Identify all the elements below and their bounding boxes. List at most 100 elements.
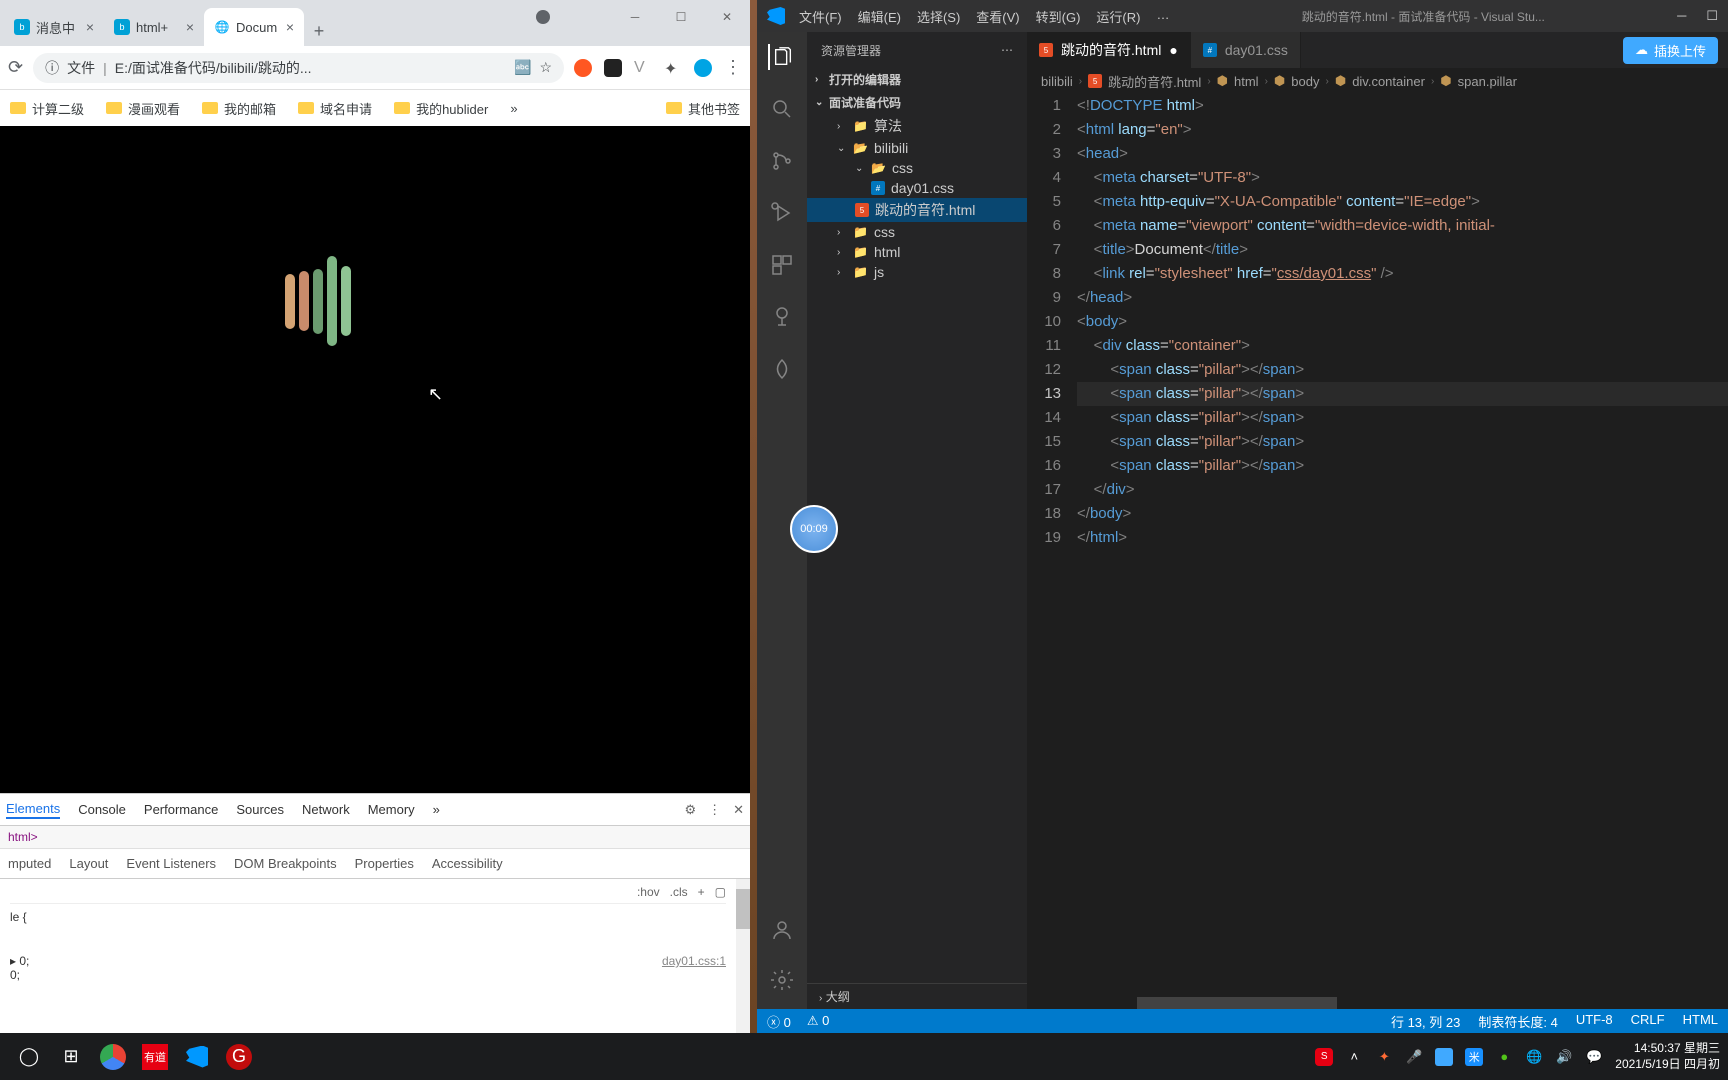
devtools-tab-sources[interactable]: Sources [236, 802, 284, 817]
youdao-icon[interactable]: 有道 [134, 1036, 176, 1078]
code-editor[interactable]: 12345678910111213141516171819 <!DOCTYPE … [1027, 94, 1728, 997]
subtab[interactable]: Properties [355, 856, 414, 871]
translate-icon[interactable]: 🔤 [514, 59, 531, 76]
hov-toggle[interactable]: :hov [637, 885, 660, 899]
minimize-button[interactable]: ─ [1677, 8, 1686, 24]
devtools-tab-network[interactable]: Network [302, 802, 350, 817]
system-clock[interactable]: 14:50:37 星期三 2021/5/19日 四月初 [1615, 1041, 1720, 1072]
eol[interactable]: CRLF [1631, 1012, 1665, 1031]
ext-icon-4[interactable] [694, 59, 712, 77]
subtab[interactable]: Event Listeners [126, 856, 216, 871]
devtools-tab-console[interactable]: Console [78, 802, 126, 817]
tree-folder[interactable]: ›📁js [807, 262, 1027, 282]
new-tab-button[interactable]: + [304, 16, 334, 46]
tab-2[interactable]: b html+ × [104, 8, 204, 46]
crumb[interactable]: span.pillar [1458, 74, 1517, 89]
menu-more[interactable]: … [1156, 7, 1169, 26]
tree-folder[interactable]: ›📁html [807, 242, 1027, 262]
gear-icon[interactable]: ⚙ [684, 802, 696, 818]
leaf-icon[interactable] [769, 356, 795, 382]
box-icon[interactable]: ▢ [715, 885, 726, 899]
chrome-icon[interactable] [92, 1036, 134, 1078]
close-icon[interactable]: × [86, 19, 94, 35]
kebab-icon[interactable]: ⋮ [708, 802, 721, 818]
css-prop[interactable]: ▸ 0; [10, 954, 29, 968]
window-divider[interactable] [750, 0, 757, 1033]
tree-file-selected[interactable]: 5跳动的音符.html [807, 198, 1027, 222]
tree-folder[interactable]: ⌄📂bilibili [807, 138, 1027, 158]
language-mode[interactable]: HTML [1683, 1012, 1718, 1031]
close-devtools-icon[interactable]: ✕ [733, 802, 744, 818]
crumb[interactable]: html [1234, 74, 1259, 89]
scrollbar-thumb[interactable] [1137, 997, 1337, 1009]
dom-node[interactable]: html> [0, 826, 750, 849]
bookmark-item[interactable]: 域名申请 [298, 99, 372, 118]
close-window-button[interactable]: ✕ [704, 0, 750, 34]
warnings-badge[interactable]: ⚠ 0 [807, 1013, 830, 1029]
ime-icon[interactable]: S [1315, 1048, 1333, 1066]
media-indicator-icon[interactable] [536, 10, 550, 24]
devtools-tab-elements[interactable]: Elements [6, 801, 60, 819]
menu-edit[interactable]: 编辑(E) [858, 7, 901, 26]
account-icon[interactable] [769, 917, 795, 943]
url-field[interactable]: ⓘ 文件 | E:/面试准备代码/bilibili/跳动的... 🔤 ☆ [33, 53, 564, 83]
chevron-up-icon[interactable]: ˄ [1345, 1048, 1363, 1066]
devtools-tab-memory[interactable]: Memory [368, 802, 415, 817]
bookmark-item[interactable]: 计算二级 [10, 99, 84, 118]
errors-badge[interactable]: ⓧ 0 [767, 1012, 791, 1031]
encoding[interactable]: UTF-8 [1576, 1012, 1613, 1031]
open-editors-section[interactable]: ›打开的编辑器 [807, 68, 1027, 91]
subtab[interactable]: DOM Breakpoints [234, 856, 337, 871]
search-icon[interactable] [769, 96, 795, 122]
project-root[interactable]: ⌄面试准备代码 [807, 91, 1027, 114]
ext-icon-2[interactable] [604, 59, 622, 77]
git-icon[interactable] [769, 148, 795, 174]
css-source-link[interactable]: day01.css:1 [662, 954, 726, 968]
network-icon[interactable]: 🌐 [1525, 1048, 1543, 1066]
maximize-button[interactable]: ☐ [1706, 8, 1718, 24]
tray-icon[interactable]: 米 [1465, 1048, 1483, 1066]
kebab-icon[interactable]: ⋮ [724, 57, 742, 78]
star-icon[interactable]: ☆ [539, 59, 552, 76]
start-icon[interactable]: ◯ [8, 1036, 50, 1078]
indent-setting[interactable]: 制表符长度: 4 [1478, 1012, 1557, 1031]
tab-1[interactable]: b 消息中 × [4, 8, 104, 46]
menu-view[interactable]: 查看(V) [976, 7, 1019, 26]
tray-icon[interactable]: ✦ [1375, 1048, 1393, 1066]
breadcrumb[interactable]: bilibili› 5跳动的音符.html› ⬢html› ⬢body› ⬢di… [1027, 68, 1728, 94]
code-content[interactable]: <!DOCTYPE html> <html lang="en"> <head> … [1077, 94, 1728, 997]
tree-folder[interactable]: ›📁算法 [807, 114, 1027, 138]
crumb[interactable]: 跳动的音符.html [1108, 72, 1201, 91]
css-prop[interactable]: 0; [10, 968, 20, 982]
taskview-icon[interactable]: ⊞ [50, 1036, 92, 1078]
close-icon[interactable]: × [286, 19, 294, 35]
debug-icon[interactable] [769, 200, 795, 226]
horizontal-scrollbar[interactable] [1077, 997, 1728, 1009]
menu-file[interactable]: 文件(F) [799, 7, 842, 26]
bookmark-item[interactable]: 我的hublider [394, 99, 488, 118]
mic-icon[interactable]: 🎤 [1405, 1048, 1423, 1066]
minimize-button[interactable]: ─ [612, 0, 658, 34]
close-icon[interactable]: × [186, 19, 194, 35]
tab-3-active[interactable]: 🌐 Docum × [204, 8, 304, 46]
bookmark-item[interactable]: 我的邮箱 [202, 99, 276, 118]
gear-icon[interactable] [769, 967, 795, 993]
bookmarks-overflow[interactable]: » [510, 101, 517, 116]
wechat-icon[interactable]: ● [1495, 1048, 1513, 1066]
speaker-icon[interactable]: 🔊 [1555, 1048, 1573, 1066]
subtab[interactable]: mputed [8, 856, 51, 871]
cls-toggle[interactable]: .cls [670, 885, 688, 899]
editor-tab[interactable]: # day01.css [1191, 32, 1301, 68]
explorer-icon[interactable] [768, 44, 794, 70]
reload-icon[interactable]: ⟳ [8, 57, 23, 78]
ext-icon-1[interactable] [574, 59, 592, 77]
extensions-icon[interactable]: ✦ [664, 59, 682, 77]
editor-tab-active[interactable]: 5 跳动的音符.html ● [1027, 32, 1191, 68]
tree-folder[interactable]: ⌄📂css [807, 158, 1027, 178]
upload-button[interactable]: ☁ 插换上传 [1623, 37, 1718, 64]
add-rule-icon[interactable]: + [698, 885, 705, 899]
crumb[interactable]: body [1291, 74, 1319, 89]
tree-icon[interactable] [769, 304, 795, 330]
cloud-icon[interactable] [1435, 1048, 1453, 1066]
subtab[interactable]: Layout [69, 856, 108, 871]
